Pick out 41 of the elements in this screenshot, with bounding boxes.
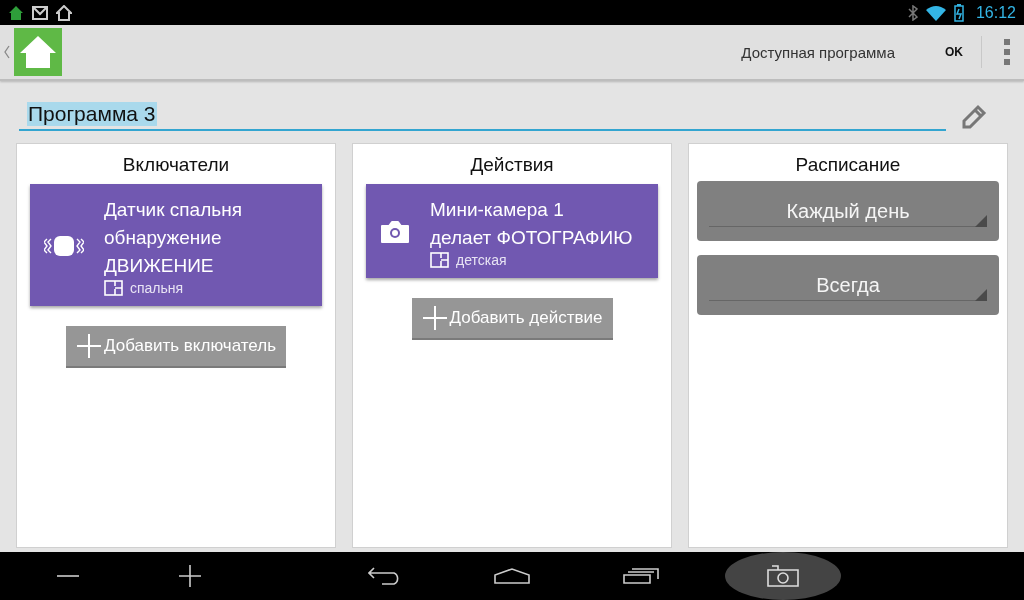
corner-triangle-icon bbox=[975, 289, 987, 301]
house-icon bbox=[8, 4, 24, 21]
program-name-field[interactable]: Программа 3 bbox=[19, 92, 946, 131]
overflow-menu-icon[interactable] bbox=[1004, 39, 1010, 65]
plus-icon[interactable] bbox=[179, 565, 201, 587]
recent-apps-icon[interactable] bbox=[623, 568, 659, 584]
clock-time: 16:12 bbox=[975, 3, 1016, 22]
dropdown[interactable]: Каждый день bbox=[697, 181, 999, 241]
card-text: Датчик спальня bbox=[104, 198, 242, 222]
room-label: детская bbox=[456, 252, 507, 268]
home-icon[interactable] bbox=[494, 568, 530, 584]
pencil-icon[interactable] bbox=[960, 103, 988, 131]
add-button[interactable]: Добавить включатель bbox=[66, 326, 286, 368]
card-text: ДВИЖЕНИЕ bbox=[104, 254, 215, 278]
card-text: делает ФОТОГРАФИЮ bbox=[430, 226, 633, 250]
camera-icon bbox=[380, 220, 410, 244]
device-card[interactable]: Мини-камера 1 делает ФОТОГРАФИЮ детская bbox=[366, 184, 658, 278]
dropdown[interactable]: Всегда bbox=[697, 255, 999, 315]
room-label: спальня bbox=[130, 280, 184, 296]
column-title: Включатели bbox=[122, 154, 230, 176]
camera-icon bbox=[767, 565, 799, 587]
card-text: Мини-камера 1 bbox=[430, 198, 565, 222]
back-caret-icon[interactable] bbox=[4, 45, 10, 59]
corner-triangle-icon bbox=[975, 215, 987, 227]
floor-plan-icon bbox=[430, 252, 449, 268]
add-button[interactable]: Добавить действие bbox=[411, 298, 613, 340]
column-title: Расписание bbox=[795, 154, 901, 176]
ok-button[interactable]: OK bbox=[933, 35, 975, 69]
column-title: Действия bbox=[470, 154, 554, 176]
bluetooth-icon bbox=[907, 4, 918, 21]
plus-icon bbox=[76, 333, 102, 359]
plus-icon bbox=[421, 305, 448, 331]
action-label: Доступная программа bbox=[741, 43, 895, 61]
floor-plan-icon bbox=[104, 280, 123, 296]
motion-sensor-icon bbox=[44, 234, 84, 258]
device-card[interactable]: Датчик спальня обнаружение ДВИЖЕНИЕ спальня bbox=[30, 184, 322, 306]
wifi-icon bbox=[925, 4, 946, 21]
house-icon bbox=[56, 4, 72, 21]
card-text: обнаружение bbox=[104, 226, 223, 250]
battery-icon bbox=[953, 3, 964, 22]
mail-icon bbox=[32, 5, 48, 20]
